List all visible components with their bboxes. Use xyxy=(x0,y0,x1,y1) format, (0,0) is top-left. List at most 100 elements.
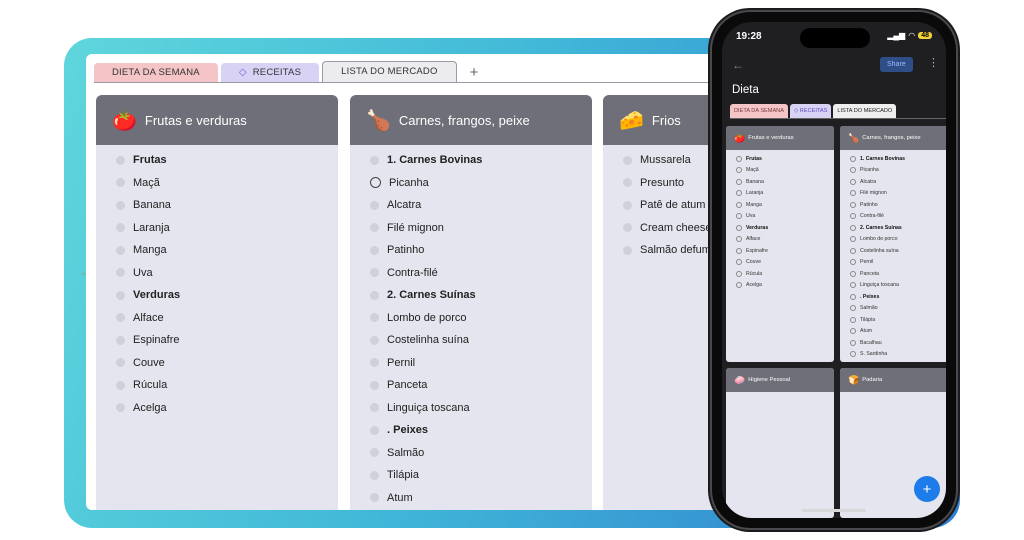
checkbox-icon[interactable] xyxy=(736,155,742,162)
phone-list-item[interactable]: S. Sardinha xyxy=(840,349,946,361)
checkbox-icon[interactable] xyxy=(736,270,742,277)
checkbox-icon[interactable] xyxy=(116,358,125,368)
phone-list-item[interactable]: Alface xyxy=(726,234,834,246)
checkbox-icon[interactable] xyxy=(370,268,379,278)
checkbox-icon[interactable] xyxy=(370,335,379,345)
checkbox-icon[interactable] xyxy=(370,290,379,300)
checkbox-icon[interactable] xyxy=(736,224,742,231)
checkbox-icon[interactable] xyxy=(850,167,856,174)
list-item[interactable]: Patinho xyxy=(350,239,592,262)
checkbox-icon[interactable] xyxy=(370,403,379,413)
phone-list-item[interactable]: Filé mignon xyxy=(840,188,946,200)
checkbox-icon[interactable] xyxy=(850,339,856,346)
checkbox-icon[interactable] xyxy=(850,213,856,220)
phone-list-item[interactable]: Acelga xyxy=(726,280,834,292)
phone-list-item[interactable]: Picanha xyxy=(840,165,946,177)
checkbox-icon[interactable] xyxy=(116,313,125,323)
checkbox-icon[interactable] xyxy=(370,313,379,323)
phone-list-item[interactable]: Salmão xyxy=(840,303,946,315)
checkbox-icon[interactable] xyxy=(116,245,125,255)
checkbox-icon[interactable] xyxy=(370,470,379,480)
list-item[interactable]: Couve xyxy=(96,352,338,375)
phone-list-item[interactable]: Maçã xyxy=(726,165,834,177)
phone-list-item[interactable]: 2. Carnes Suínas xyxy=(840,222,946,234)
checkbox-icon[interactable] xyxy=(116,155,125,165)
checkbox-icon[interactable] xyxy=(116,335,125,345)
checkbox-icon[interactable] xyxy=(850,201,856,208)
checkbox-icon[interactable] xyxy=(370,425,379,435)
list-item[interactable]: Banana xyxy=(96,194,338,217)
phone-list-item[interactable]: Alcatra xyxy=(840,176,946,188)
phone-list-item[interactable]: Couve xyxy=(726,257,834,269)
list-item[interactable]: Pernil xyxy=(350,352,592,375)
checkbox-icon[interactable] xyxy=(623,155,632,165)
checkbox-icon[interactable] xyxy=(370,448,379,458)
add-tab-button[interactable]: + xyxy=(470,63,479,83)
list-item[interactable]: . Peixes xyxy=(350,419,592,442)
checkbox-icon[interactable] xyxy=(736,247,742,254)
checkbox-icon[interactable] xyxy=(370,245,379,255)
phone-list-item[interactable]: Verduras xyxy=(726,222,834,234)
list-item[interactable]: Contra-filé xyxy=(350,262,592,285)
add-button[interactable]: + xyxy=(914,476,940,502)
checkbox-icon[interactable] xyxy=(623,200,632,210)
checkbox-icon[interactable] xyxy=(370,358,379,368)
checkbox-icon[interactable] xyxy=(116,403,125,413)
phone-list-item[interactable]: 1. Carnes Bovinas xyxy=(840,153,946,165)
list-item[interactable]: Maçã xyxy=(96,172,338,195)
checkbox-icon[interactable] xyxy=(850,270,856,277)
list-item[interactable]: Uva xyxy=(96,262,338,285)
more-options-icon[interactable]: ⋮ xyxy=(928,56,939,69)
tab-dieta-da-semana[interactable]: DIETA DA SEMANA xyxy=(94,63,218,83)
phone-list-item[interactable]: Contra-filé xyxy=(840,211,946,223)
list-item[interactable]: Salmão xyxy=(350,442,592,465)
phone-list-item[interactable]: Banana xyxy=(726,176,834,188)
checkbox-icon[interactable] xyxy=(850,282,856,289)
checkbox-icon[interactable] xyxy=(370,177,381,189)
checkbox-icon[interactable] xyxy=(850,224,856,231)
phone-list-item[interactable]: Patinho xyxy=(840,199,946,211)
list-item[interactable]: Filé mignon xyxy=(350,217,592,240)
list-item[interactable]: Frutas xyxy=(96,149,338,172)
list-item[interactable]: Costelinha suína xyxy=(350,329,592,352)
checkbox-icon[interactable] xyxy=(736,190,742,197)
list-item[interactable]: Laranja xyxy=(96,217,338,240)
checkbox-icon[interactable] xyxy=(850,190,856,197)
checkbox-icon[interactable] xyxy=(736,213,742,220)
phone-list-item[interactable]: Panceta xyxy=(840,268,946,280)
phone-list-item[interactable]: Manga xyxy=(726,199,834,211)
checkbox-icon[interactable] xyxy=(850,236,856,243)
tab-receitas[interactable]: ◇ RECEITAS xyxy=(220,63,320,83)
list-item[interactable]: Manga xyxy=(96,239,338,262)
checkbox-icon[interactable] xyxy=(116,290,125,300)
checkbox-icon[interactable] xyxy=(736,282,742,289)
back-arrow-icon[interactable]: ← xyxy=(732,58,744,72)
list-item[interactable]: Atum xyxy=(350,487,592,510)
phone-list-item[interactable]: Lombo de porco xyxy=(840,234,946,246)
list-item[interactable]: 1. Carnes Bovinas xyxy=(350,149,592,172)
checkbox-icon[interactable] xyxy=(736,178,742,185)
checkbox-icon[interactable] xyxy=(116,268,125,278)
checkbox-icon[interactable] xyxy=(736,201,742,208)
checkbox-icon[interactable] xyxy=(623,223,632,233)
list-item[interactable]: Espinafre xyxy=(96,329,338,352)
phone-tab-receitas[interactable]: ◇ RECEITAS xyxy=(789,104,832,118)
share-button[interactable]: Share xyxy=(880,57,913,72)
phone-list-item[interactable]: Bacalhau xyxy=(840,337,946,349)
checkbox-icon[interactable] xyxy=(850,293,856,300)
phone-list-item[interactable]: Frutas xyxy=(726,153,834,165)
checkbox-icon[interactable] xyxy=(370,200,379,210)
phone-list-item[interactable]: Pernil xyxy=(840,257,946,269)
checkbox-icon[interactable] xyxy=(116,223,125,233)
phone-list-item[interactable]: Rúcula xyxy=(726,268,834,280)
list-item[interactable]: Acelga xyxy=(96,397,338,420)
checkbox-icon[interactable] xyxy=(850,247,856,254)
checkbox-icon[interactable] xyxy=(116,178,125,188)
phone-list-item[interactable]: Tilápia xyxy=(840,314,946,326)
checkbox-icon[interactable] xyxy=(850,178,856,185)
list-item[interactable]: Alcatra xyxy=(350,194,592,217)
checkbox-icon[interactable] xyxy=(370,493,379,503)
checkbox-icon[interactable] xyxy=(850,305,856,312)
checkbox-icon[interactable] xyxy=(370,155,379,165)
list-item[interactable]: Lombo de porco xyxy=(350,307,592,330)
